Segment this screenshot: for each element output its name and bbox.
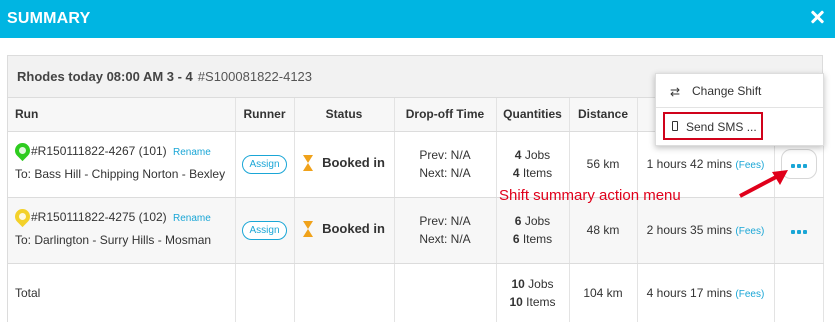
runner-cell: Assign (235, 131, 295, 198)
jobs-quantity: 4 Jobs (497, 146, 569, 164)
shift-title: Rhodes today 08:00 AM 3 - 4 (17, 69, 193, 84)
total-items-count: 10 (509, 294, 523, 309)
assign-button[interactable]: Assign (242, 220, 287, 240)
run-id: #R150111822-4267 (101) (31, 143, 167, 158)
total-empty-dropoff (394, 263, 497, 322)
items-count: 6 (512, 232, 520, 246)
col-header-quantities: Quantities (496, 98, 570, 132)
menu-item-label: Send SMS ... (686, 120, 757, 134)
dropoff-prev: Prev: N/A (419, 214, 471, 228)
map-pin-icon (11, 205, 34, 227)
total-jobs-label: Jobs (528, 276, 554, 291)
jobs-count: 4 (514, 148, 522, 162)
total-quantities-cell: 10 Jobs 10 Items (496, 263, 570, 322)
modal-header: SUMMARY (0, 0, 835, 38)
fees-link[interactable]: (Fees) (735, 226, 764, 237)
total-empty-status (294, 263, 395, 322)
mobile-phone-icon (672, 121, 678, 131)
total-jobs-count: 10 (511, 276, 525, 291)
status-label: Booked in (322, 155, 385, 170)
status-badge: Booked in (303, 220, 385, 237)
total-duration: 4 hours 17 mins (646, 285, 733, 300)
more-dots-icon (790, 164, 808, 168)
col-header-status: Status (294, 98, 395, 132)
items-quantity: 4 Items (497, 164, 569, 182)
dropoff-prev: Prev: N/A (419, 148, 471, 162)
status-cell: Booked in (294, 131, 395, 198)
runner-cell: Assign (235, 197, 295, 264)
rename-link[interactable]: Rename (173, 213, 211, 224)
menu-item-label: Change Shift (692, 84, 762, 98)
run-id-line: #R150111822-4275 (102) Rename (31, 210, 211, 224)
total-empty-runner (235, 263, 295, 322)
status-label: Booked in (322, 221, 385, 236)
run-id-line: #R150111822-4267 (101) Rename (31, 144, 211, 158)
table-row: #R150111822-4275 (102) Rename To: Darlin… (8, 197, 824, 264)
hourglass-icon (303, 154, 314, 171)
menu-item-change-shift[interactable]: ⇄ Change Shift (656, 74, 823, 108)
shift-id: #S100081822-4123 (197, 69, 313, 84)
jobs-quantity: 6 Jobs (497, 212, 569, 230)
dropoff-cell: Prev: N/A Next: N/A (394, 131, 497, 198)
jobs-label: Jobs (524, 148, 551, 162)
jobs-count: 6 (514, 214, 522, 228)
total-items-label: Items (526, 294, 556, 309)
dropoff-next: Next: N/A (419, 166, 471, 180)
col-header-dropoff: Drop-off Time (394, 98, 497, 132)
run-id: #R150111822-4275 (102) (31, 209, 167, 224)
rename-link[interactable]: Rename (173, 147, 211, 158)
duration-value: 1 hours 42 mins (646, 157, 733, 171)
shift-title-line: Rhodes today 08:00 AM 3 - 4 #S100081822-4… (17, 69, 312, 84)
total-items: 10 Items (497, 293, 569, 311)
map-pin-icon (11, 139, 34, 161)
duration-value: 2 hours 35 mins (646, 223, 733, 237)
run-cell: #R150111822-4275 (102) Rename To: Darlin… (8, 197, 236, 264)
run-destinations: To: Bass Hill - Chipping Norton - Bexley (15, 166, 226, 181)
shuffle-icon: ⇄ (670, 85, 681, 99)
actions-cell (774, 197, 824, 264)
items-label: Items (522, 166, 553, 180)
total-duration-cell: 4 hours 17 mins (Fees) (637, 263, 775, 322)
dropoff-cell: Prev: N/A Next: N/A (394, 197, 497, 264)
menu-item-send-sms[interactable]: Send SMS ... (656, 110, 823, 144)
status-badge: Booked in (303, 154, 385, 171)
total-row: Total 10 Jobs 10 Items 104 km 4 hours 17… (8, 263, 824, 322)
annotation-arrow-icon (739, 170, 788, 198)
total-empty-actions (774, 263, 824, 322)
row-actions-button[interactable] (790, 230, 808, 234)
duration-cell: 2 hours 35 mins (Fees) (637, 197, 775, 264)
items-quantity: 6 Items (497, 230, 569, 248)
status-cell: Booked in (294, 197, 395, 264)
items-count: 4 (512, 166, 520, 180)
annotation-label: Shift summary action menu (499, 187, 681, 204)
run-destinations: To: Darlington - Surry Hills - Mosman (15, 232, 212, 247)
close-icon[interactable] (809, 8, 827, 26)
assign-button[interactable]: Assign (242, 154, 287, 174)
distance-cell: 48 km (569, 197, 638, 264)
total-jobs: 10 Jobs (497, 275, 569, 293)
fees-link[interactable]: (Fees) (735, 289, 764, 300)
total-label: Total (8, 263, 236, 322)
run-cell: #R150111822-4267 (101) Rename To: Bass H… (8, 131, 236, 198)
total-distance: 104 km (569, 263, 638, 322)
col-header-runner: Runner (235, 98, 295, 132)
quantities-cell: 6 Jobs 6 Items (496, 197, 570, 264)
col-header-distance: Distance (569, 98, 638, 132)
col-header-run: Run (8, 98, 236, 132)
jobs-label: Jobs (524, 214, 551, 228)
shift-actions-menu: ⇄ Change Shift Send SMS ... (655, 73, 824, 146)
modal-title: SUMMARY (7, 10, 91, 27)
dropoff-next: Next: N/A (419, 232, 471, 246)
items-label: Items (522, 232, 553, 246)
hourglass-icon (303, 220, 314, 237)
